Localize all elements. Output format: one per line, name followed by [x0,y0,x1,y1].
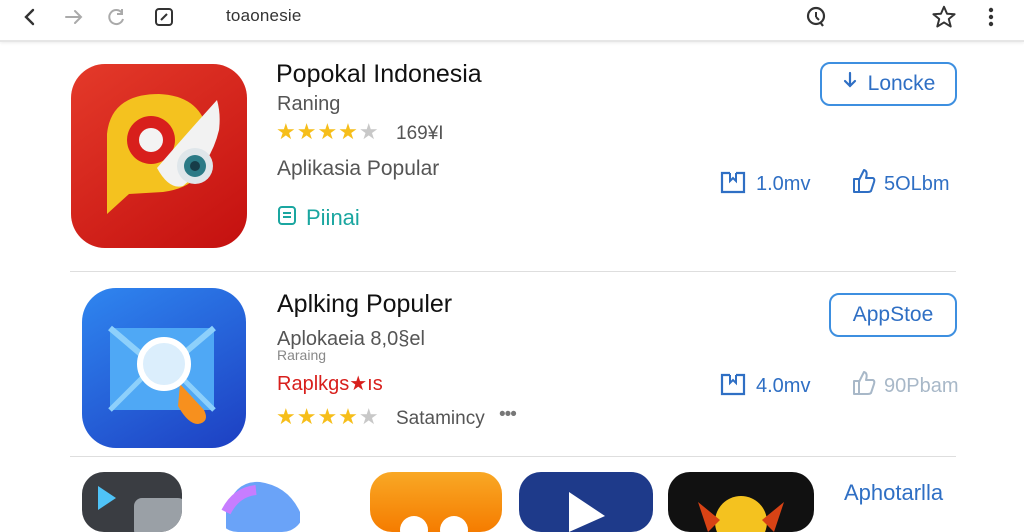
stat-downloads-value: 4.0mv [756,374,811,397]
app-icon-orange[interactable] [370,472,502,532]
app-icon-fox[interactable] [668,472,814,532]
app-icon-magnifier[interactable] [82,288,246,448]
star-rating: ★★★★★ [276,119,380,144]
more-vert-icon[interactable] [975,4,1007,30]
edit-icon[interactable] [148,4,180,30]
app-icon-camera[interactable] [71,64,247,248]
install-button-label: Loncke [867,72,936,95]
stat-likes-value: 90Pbam [884,374,959,397]
stat-downloads-value: 1.0mv [756,172,811,195]
reload-icon[interactable] [100,4,132,30]
stat-likes: 90Pbam [850,369,959,403]
clipboard-icon [276,203,298,233]
thumbs-up-icon [850,369,876,403]
star-rating: ★★★★★ [276,404,380,429]
rating-label: Satamincy [396,408,485,429]
share-icon [718,369,748,403]
app-tag: Raplkgs★ıs [277,373,383,395]
divider [70,456,956,457]
app-subtitle: Raning [277,93,341,115]
more-dots[interactable]: ••• [499,404,517,426]
search-icon[interactable] [800,4,832,30]
app-badge: Piinai [276,203,360,233]
stat-downloads: 1.0mv [718,167,810,201]
star-icon[interactable] [928,4,960,30]
appstore-button-label: AppStoe [852,303,934,326]
share-icon [718,167,748,201]
stat-downloads: 4.0mv [718,369,810,403]
app-title[interactable]: Aplking Populer [277,290,452,319]
app-subtitle-2: Raraing [277,347,327,363]
divider [70,271,956,272]
stat-likes-value: 5OLbm [884,172,950,195]
thumbs-up-icon [850,167,876,201]
stat-likes: 5OLbm [850,167,950,201]
app-category: Aplikasia Popular [277,157,440,180]
rating-count: 169¥I [396,123,444,144]
back-icon[interactable] [14,4,46,30]
address-bar-text[interactable]: toaonesie [226,6,302,26]
app-title[interactable]: Popokal Indonesia [276,60,482,89]
download-icon [842,71,858,97]
browser-toolbar: toaonesie [0,0,1024,42]
more-apps-link[interactable]: Aphotarlla [844,480,943,506]
appstore-button[interactable]: AppStoe [829,293,957,337]
install-button[interactable]: Loncke [820,62,957,106]
app-icon-play[interactable] [519,472,653,532]
app-icon-gradient[interactable] [216,472,304,532]
app-icon-play-store[interactable] [82,472,182,532]
app-badge-label: Piinai [306,205,360,230]
forward-icon[interactable] [58,4,90,30]
